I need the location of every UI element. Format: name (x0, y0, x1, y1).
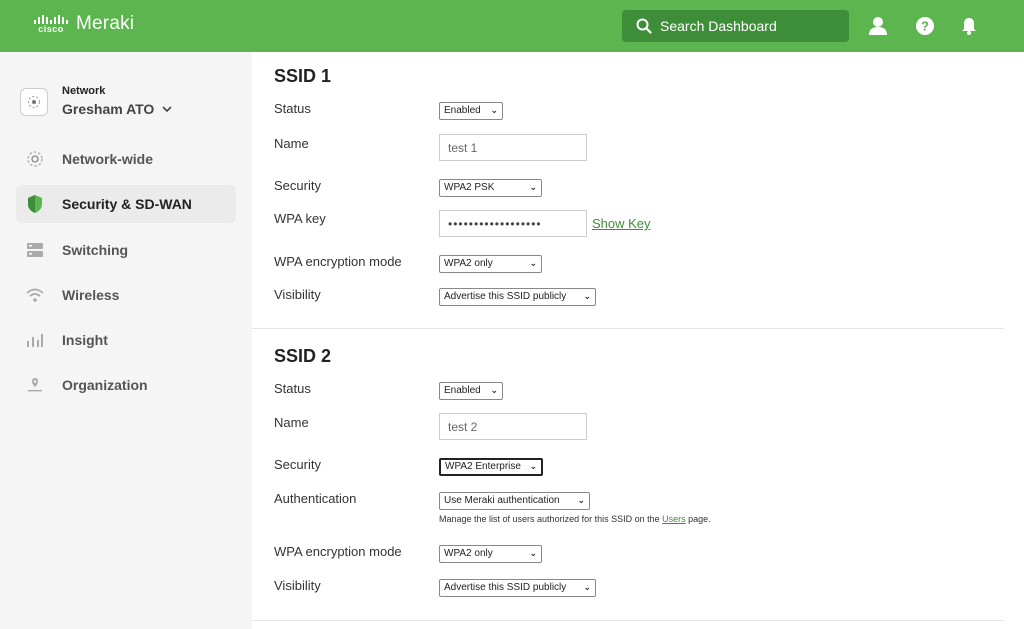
authentication-label: Authentication (274, 491, 357, 506)
select-value: WPA2 Enterprise (445, 461, 521, 472)
encryption-label: WPA encryption mode (274, 544, 402, 559)
sidebar: Network Gresham ATO Network-wide Securit… (0, 52, 252, 629)
brand-name: Meraki (76, 13, 135, 34)
encryption-label: WPA encryption mode (274, 254, 402, 269)
ssid-2-encryption-select[interactable]: WPA2 only ⌄ (439, 543, 542, 563)
network-selector[interactable]: Network Gresham ATO (20, 85, 172, 117)
select-value: Advertise this SSID publicly (444, 582, 567, 593)
users-link[interactable]: Users (662, 514, 686, 524)
search-icon (636, 18, 652, 34)
select-value: WPA2 only (444, 548, 493, 559)
security-label: Security (274, 457, 321, 472)
name-input-value: test 2 (439, 413, 587, 440)
ssid-2-authentication-select[interactable]: Use Meraki authentication ⌄ (439, 490, 590, 510)
sidebar-item-label: Insight (62, 332, 108, 348)
ssid-2-section: SSID 2 Status Enabled ⌄ Name test 2 Secur… (274, 346, 1004, 597)
search-placeholder: Search Dashboard (660, 18, 777, 34)
sidebar-item-label: Security & SD-WAN (62, 196, 192, 212)
status-label: Status (274, 381, 311, 396)
sidebar-item-wireless[interactable]: Wireless (16, 276, 236, 314)
select-value: Use Meraki authentication (444, 495, 560, 506)
ssid-2-security-select[interactable]: WPA2 Enterprise ⌄ (439, 456, 543, 476)
organization-icon (24, 374, 46, 396)
sidebar-item-label: Organization (62, 377, 148, 393)
bell-icon[interactable] (957, 14, 981, 38)
help-icon[interactable]: ? (913, 14, 937, 38)
sidebar-item-insight[interactable]: Insight (16, 321, 236, 359)
sidebar-item-label: Network-wide (62, 151, 154, 167)
name-label: Name (274, 415, 309, 430)
wpa-key-label: WPA key (274, 211, 326, 226)
visibility-label: Visibility (274, 287, 321, 302)
network-icon (20, 88, 48, 116)
authentication-help-text: Manage the list of users authorized for … (439, 514, 711, 524)
ssid-1-status-select[interactable]: Enabled ⌄ (439, 100, 503, 120)
ssid-2-visibility-select[interactable]: Advertise this SSID publicly ⌄ (439, 577, 596, 597)
ssid-1-section: SSID 1 Status Enabled ⌄ Name test 1 Secur… (274, 66, 1004, 306)
svg-text:?: ? (921, 19, 929, 34)
section-divider (252, 328, 1004, 329)
chevron-down-icon: ⌄ (577, 495, 585, 505)
main-content: SSID 1 Status Enabled ⌄ Name test 1 Secur… (252, 52, 1024, 629)
help-suffix: page. (685, 514, 711, 524)
visibility-label: Visibility (274, 578, 321, 593)
ssid-2-title: SSID 2 (274, 346, 332, 366)
wpa-key-input[interactable]: •••••••••••••••••• (439, 210, 587, 237)
ssid-1-wpa-key-field: •••••••••••••••••• Show Key (439, 210, 651, 237)
ssid-1-security-select[interactable]: WPA2 PSK ⌄ (439, 177, 542, 197)
ssid-1-name-input[interactable]: test 1 (439, 134, 587, 161)
network-label: Network (62, 85, 106, 97)
name-label: Name (274, 136, 309, 151)
select-value: WPA2 only (444, 258, 493, 269)
security-label: Security (274, 178, 321, 193)
cisco-logo: cisco (34, 14, 68, 34)
wifi-icon (24, 284, 46, 306)
chevron-down-icon: ⌄ (583, 582, 591, 592)
sidebar-item-organization[interactable]: Organization (16, 366, 236, 404)
chevron-down-icon: ⌄ (529, 461, 537, 471)
select-value: Enabled (444, 105, 481, 116)
search-dashboard-input[interactable]: Search Dashboard (622, 10, 849, 42)
sidebar-item-label: Wireless (62, 287, 120, 303)
ssid-1-encryption-select[interactable]: WPA2 only ⌄ (439, 253, 542, 273)
status-label: Status (274, 101, 311, 116)
chevron-down-icon: ⌄ (490, 105, 498, 115)
ssid-2-name-input[interactable]: test 2 (439, 413, 587, 440)
select-value: Advertise this SSID publicly (444, 291, 567, 302)
sidebar-item-switching[interactable]: Switching (16, 231, 236, 269)
cisco-wordmark: cisco (38, 23, 64, 34)
cisco-bars-icon (34, 14, 68, 24)
show-key-link[interactable]: Show Key (592, 216, 651, 231)
top-bar: cisco Meraki Search Dashboard ? (0, 0, 1024, 52)
ssid-2-status-select[interactable]: Enabled ⌄ (439, 380, 503, 400)
select-value: WPA2 PSK (444, 182, 495, 193)
name-input-value: test 1 (439, 134, 587, 161)
network-wide-icon (24, 148, 46, 170)
chevron-down-icon: ⌄ (529, 548, 537, 558)
sidebar-item-security-sd-wan[interactable]: Security & SD-WAN (16, 185, 236, 223)
network-name-text: Gresham ATO (62, 101, 155, 117)
chevron-down-icon: ⌄ (490, 385, 498, 395)
switch-icon (24, 239, 46, 261)
sidebar-item-network-wide[interactable]: Network-wide (16, 140, 236, 178)
shield-icon (24, 193, 46, 215)
chevron-down-icon (162, 106, 172, 113)
chevron-down-icon: ⌄ (529, 182, 537, 192)
select-value: Enabled (444, 385, 481, 396)
user-icon[interactable] (866, 14, 890, 38)
ssid-1-title: SSID 1 (274, 66, 332, 86)
sidebar-item-label: Switching (62, 242, 129, 258)
chevron-down-icon: ⌄ (529, 258, 537, 268)
chevron-down-icon: ⌄ (583, 291, 591, 301)
bar-chart-icon (24, 329, 46, 351)
help-prefix: Manage the list of users authorized for … (439, 514, 663, 524)
network-name[interactable]: Gresham ATO (62, 101, 172, 117)
ssid-1-visibility-select[interactable]: Advertise this SSID publicly ⌄ (439, 286, 596, 306)
cisco-meraki-logo[interactable]: cisco Meraki (34, 13, 134, 35)
section-divider (252, 620, 1004, 621)
